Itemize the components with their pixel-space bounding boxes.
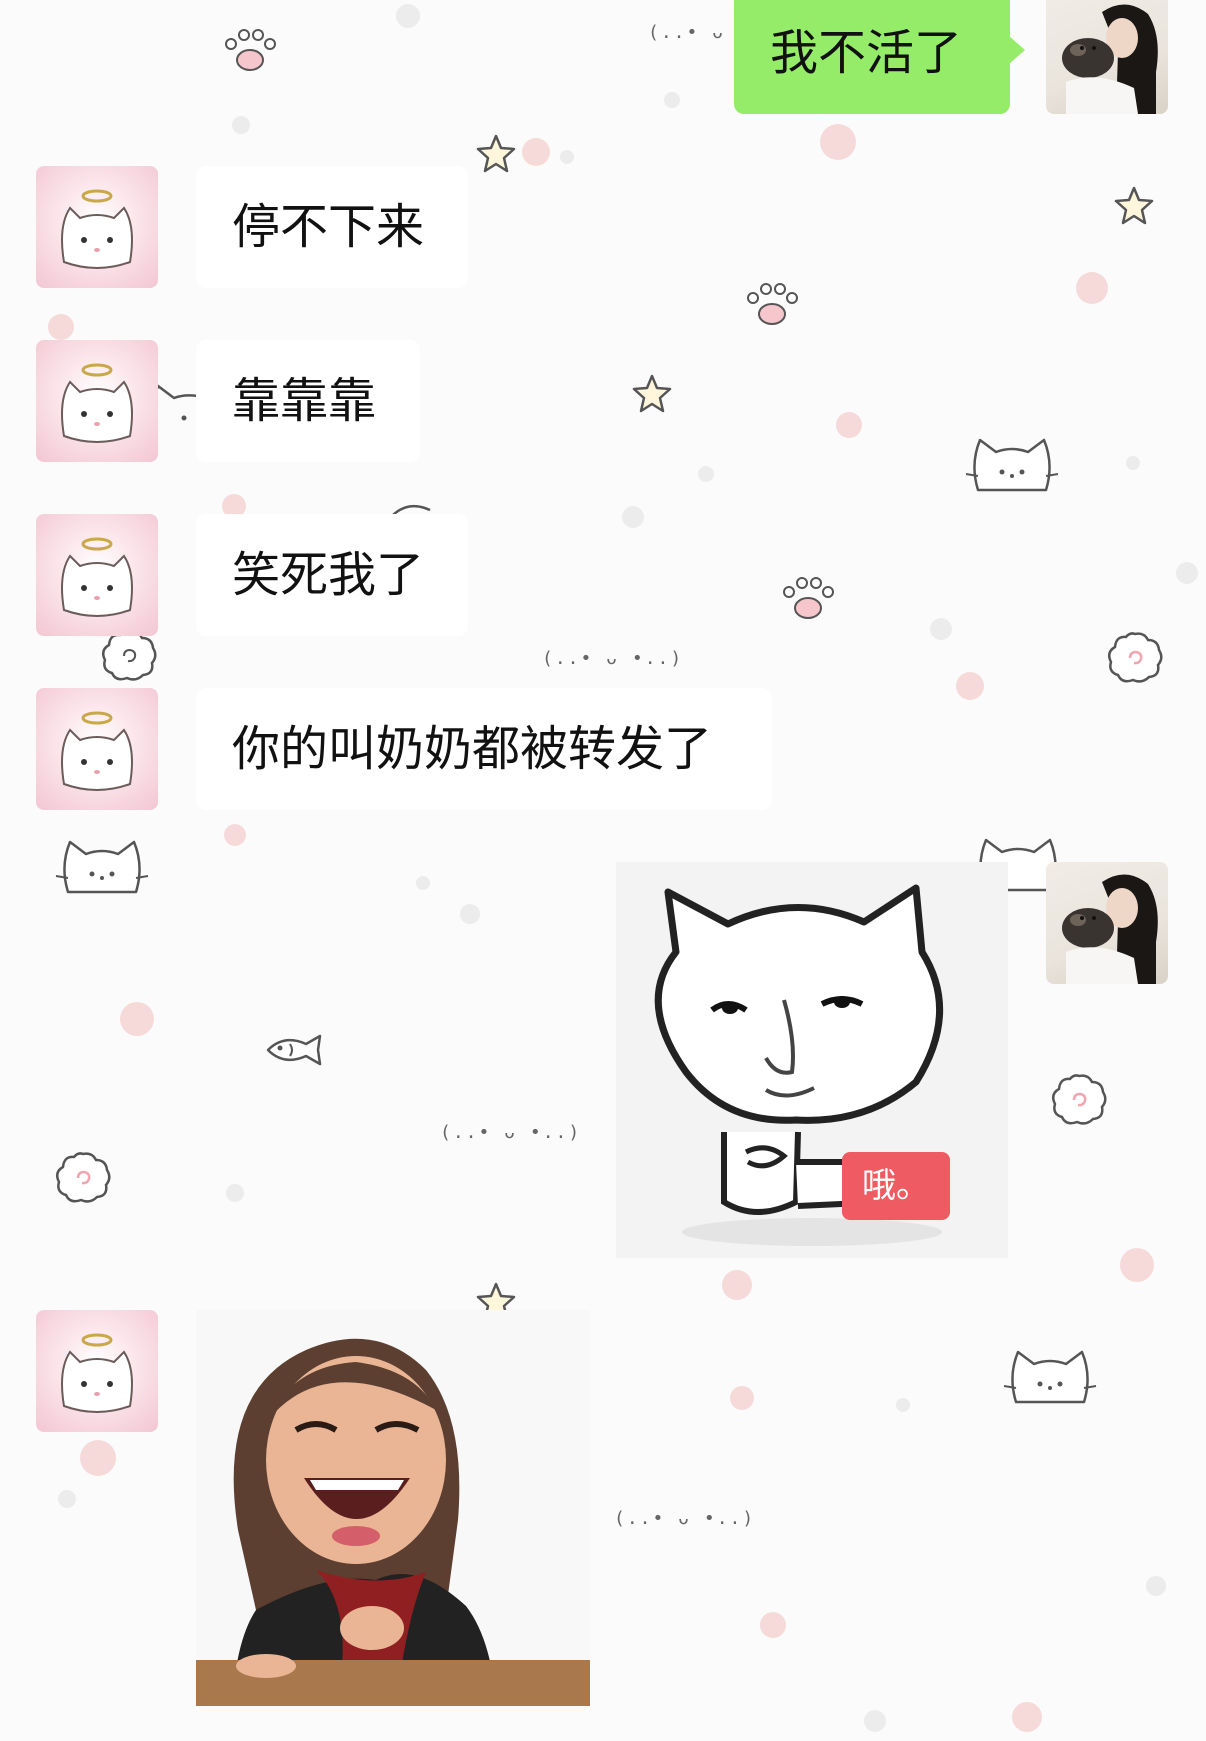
wallpaper-dot: [820, 124, 856, 160]
laughing-woman-sticker-icon: [196, 1338, 590, 1706]
friend-avatar[interactable]: [36, 340, 158, 462]
laughing-woman-sticker[interactable]: [196, 1310, 590, 1706]
my-avatar[interactable]: [1046, 0, 1168, 114]
angel-cat-avatar-icon: [61, 711, 133, 791]
angel-cat-avatar-icon: [61, 1333, 133, 1413]
wallpaper-dot: [560, 150, 574, 164]
wallpaper-dot: [522, 138, 550, 166]
friend-avatar[interactable]: [36, 514, 158, 636]
message-row-incoming: 你的叫奶奶都被转发了: [0, 688, 1206, 810]
angel-cat-avatar-icon: [61, 537, 133, 617]
angel-cat-avatar-icon: [61, 189, 133, 269]
user-photo-avatar-icon: [1062, 874, 1158, 984]
message-bubble-incoming[interactable]: 停不下来: [196, 166, 468, 288]
my-avatar[interactable]: [1046, 862, 1168, 984]
message-row-incoming: 靠靠靠: [0, 340, 1206, 462]
message-row-incoming: 停不下来: [0, 166, 1206, 288]
message-bubble-outgoing[interactable]: 我不活了: [734, 0, 1025, 114]
message-row-incoming: 笑死我了: [0, 514, 1206, 636]
flower-bun-icon: [101, 630, 157, 681]
wallpaper-dot: [1012, 1702, 1042, 1732]
flower-bun-icon: [1107, 632, 1163, 683]
paw-print-icon: [747, 283, 798, 325]
angel-cat-avatar-icon: [61, 363, 133, 443]
friend-avatar[interactable]: [36, 1310, 158, 1432]
friend-avatar[interactable]: [36, 166, 158, 288]
user-photo-avatar-icon: [1062, 4, 1158, 114]
message-text: 靠靠靠: [232, 373, 377, 429]
message-row-outgoing: 我不活了: [0, 0, 1206, 122]
message-text: 停不下来: [232, 199, 425, 255]
friend-avatar[interactable]: [36, 688, 158, 810]
message-bubble-incoming[interactable]: 你的叫奶奶都被转发了: [196, 688, 772, 810]
message-row-outgoing: 哦。: [0, 862, 1206, 1258]
kaomoji-decoration: (..• ᴗ •..): [542, 648, 684, 669]
message-bubble-incoming[interactable]: 笑死我了: [196, 514, 468, 636]
sticker-caption-tag: 哦。: [842, 1152, 950, 1220]
cat-meme-sticker[interactable]: 哦。: [616, 862, 1008, 1258]
wallpaper-dot: [722, 1270, 752, 1300]
message-row-incoming: [0, 1310, 1206, 1706]
message-text: 我不活了: [770, 25, 963, 81]
message-bubble-incoming[interactable]: 靠靠靠: [196, 340, 420, 462]
wallpaper-dot: [48, 314, 74, 340]
wallpaper-dot: [864, 1710, 886, 1732]
message-text: 笑死我了: [232, 547, 425, 603]
wallpaper-dot: [698, 466, 714, 482]
message-text: 你的叫奶奶都被转发了: [232, 721, 713, 777]
wallpaper-dot: [224, 824, 246, 846]
